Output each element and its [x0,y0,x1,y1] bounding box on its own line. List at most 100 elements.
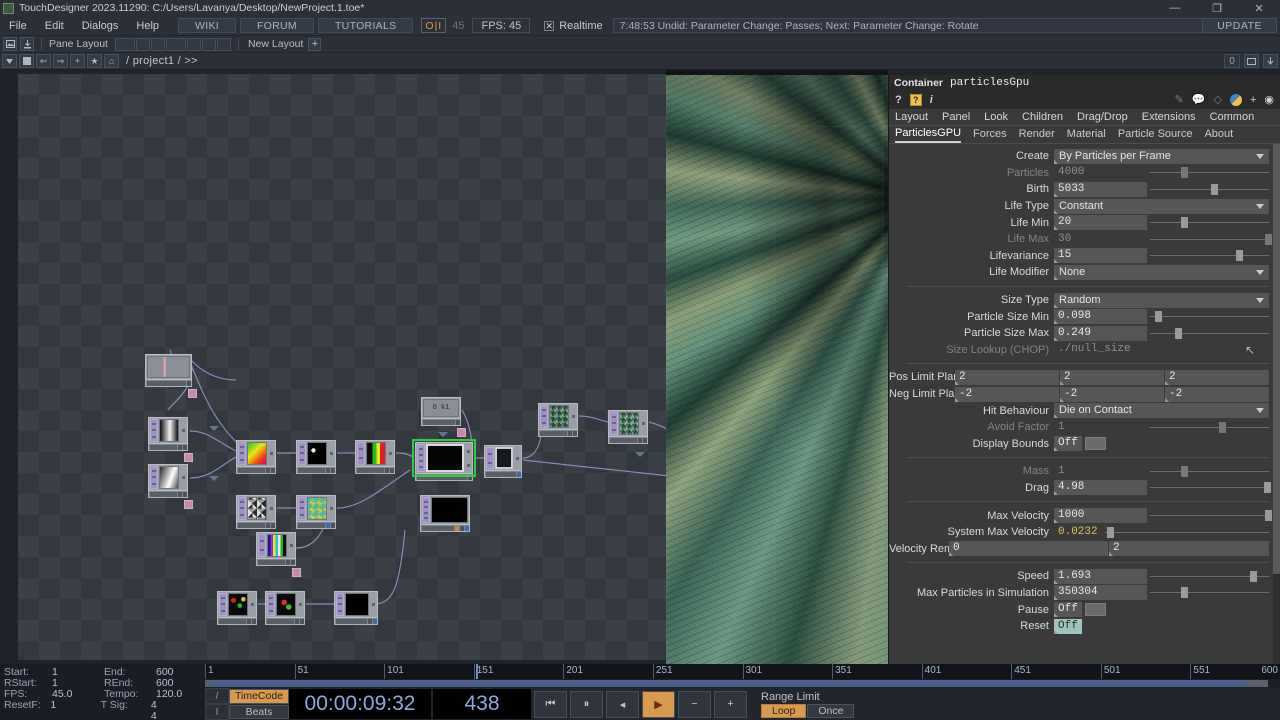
node-noise1[interactable] [236,440,276,474]
param-dropdown[interactable]: None [1054,264,1269,280]
param-slider[interactable] [1150,508,1273,523]
param-field[interactable]: 4000 [1054,165,1147,180]
layout-preset-6[interactable] [201,37,216,51]
menu-edit[interactable]: Edit [36,16,73,36]
once-button[interactable]: Once [807,704,855,718]
forum-link[interactable]: FORUM [239,18,314,33]
slider-handle[interactable] [1235,250,1243,262]
tsig-value[interactable]: 44 [151,700,205,720]
comment-icon[interactable]: 💬 [1192,94,1206,106]
drag-target-icon[interactable]: ↖ [1245,343,1255,357]
range-fill[interactable] [211,680,1246,687]
start-value[interactable]: 1 [52,667,104,678]
timecode-button[interactable]: TimeCode [229,689,289,704]
param-field[interactable]: 0 [949,541,1108,557]
pause-button[interactable]: ⏸ [570,690,603,718]
increment-button[interactable]: + [714,690,747,718]
param-field[interactable]: -2 [1060,386,1164,402]
resetf-value[interactable]: 1 [50,700,100,711]
pane-index[interactable]: 0 [1224,54,1240,68]
slider-handle[interactable] [1180,587,1188,599]
fps-value[interactable]: 45.0 [52,689,104,700]
param-dropdown[interactable]: By Particles per Frame [1054,148,1269,164]
realtime-toggle[interactable]: ✕ Realtime [544,20,603,32]
stop-icon[interactable] [19,54,34,68]
slider-handle[interactable] [1265,510,1273,522]
maximize-pane-icon[interactable] [1244,54,1259,68]
frame-display[interactable]: 438 [433,689,531,719]
slider-handle[interactable] [1219,421,1227,433]
param-field[interactable]: 2 [1109,541,1269,557]
node-out1[interactable] [484,445,522,478]
node-particlesGpu[interactable] [412,439,476,481]
chevron-down-icon[interactable] [1256,408,1264,414]
menu-dialogs[interactable]: Dialogs [73,16,128,36]
perform-toggle-icon[interactable]: O|I [421,18,447,33]
tab-common[interactable]: Common [1210,111,1255,123]
param-field[interactable]: 0.098 [1054,309,1147,325]
target-icon[interactable]: ◉ [1264,94,1274,106]
param-slider[interactable] [1150,420,1269,435]
node-composite1[interactable]: 0 k1 [421,397,466,437]
param-dropdown[interactable]: Random [1054,292,1269,308]
node-movie1[interactable] [217,591,257,625]
node-constant1[interactable] [145,354,197,398]
slider-handle[interactable] [1180,217,1188,229]
update-button[interactable]: UPDATE [1202,18,1277,33]
param-field[interactable]: -2 [955,386,1059,402]
node-view-badge[interactable] [292,568,301,577]
forward-button[interactable]: ⇒ [53,54,68,68]
layout-preset-3[interactable] [150,37,165,51]
home-icon[interactable]: ⌂ [104,54,119,68]
param-slider[interactable] [1150,248,1269,263]
tab-look[interactable]: Look [984,111,1008,123]
param-field[interactable]: 1.693 [1054,568,1147,584]
network-canvas[interactable] [18,74,666,660]
param-field[interactable]: 1000 [1054,508,1147,524]
slider-handle[interactable] [1180,465,1188,477]
parameter-scrollbar[interactable] [1273,144,1280,677]
node-view-badge[interactable] [188,389,197,398]
go-to-start-button[interactable]: ⏮ [534,690,567,718]
back-button[interactable]: ⇐ [36,54,51,68]
tutorials-link[interactable]: TUTORIALS [317,18,414,33]
pencil-icon[interactable]: ✎ [1175,94,1184,106]
tsig-den[interactable]: 4 [151,711,179,720]
timeline-range-bar[interactable] [205,679,1280,688]
close-button[interactable]: ✕ [1238,0,1280,16]
slider-handle[interactable] [1265,233,1273,245]
minimize-button[interactable]: — [1154,0,1196,16]
range-right-handle[interactable] [1246,680,1268,687]
add-button[interactable]: + [70,54,85,68]
chevron-down-icon[interactable] [1256,269,1264,275]
pane-menu-icon[interactable] [2,54,17,68]
layout-preset-5[interactable] [186,37,201,51]
param-field[interactable]: 15 [1054,248,1147,264]
param-toggle-switch[interactable] [1085,603,1106,617]
playhead[interactable] [476,664,478,679]
slider-handle[interactable] [1180,167,1188,179]
layout-image-icon[interactable] [3,37,17,51]
tab-about[interactable]: About [1204,128,1233,142]
breadcrumb[interactable]: / project1 / >> [126,55,198,67]
menu-help[interactable]: Help [127,16,168,36]
node-ramp2[interactable] [148,464,193,509]
param-slider[interactable] [1105,525,1269,540]
node-pointsprite1[interactable] [296,440,336,474]
param-field[interactable]: 1 [1054,464,1147,479]
param-slider[interactable] [1150,215,1269,230]
param-toggle-value[interactable]: Off [1054,618,1082,634]
parameter-scrollbar-thumb[interactable] [1273,144,1280,574]
param-field[interactable]: 1 [1054,420,1147,435]
node-view-badge[interactable] [457,428,466,437]
realtime-checkbox-icon[interactable]: ✕ [544,20,555,31]
help-icon[interactable]: ? [895,94,902,106]
tab-layout[interactable]: Layout [895,111,928,123]
param-slider[interactable] [1150,480,1272,495]
menu-file[interactable]: File [0,16,36,36]
tab-render[interactable]: Render [1019,128,1055,142]
tab-panel[interactable]: Panel [942,111,970,123]
param-toggle-switch[interactable] [1085,437,1106,451]
timecode-display[interactable]: 00:00:09:32 [289,689,431,719]
chevron-down-icon[interactable] [1256,153,1264,159]
